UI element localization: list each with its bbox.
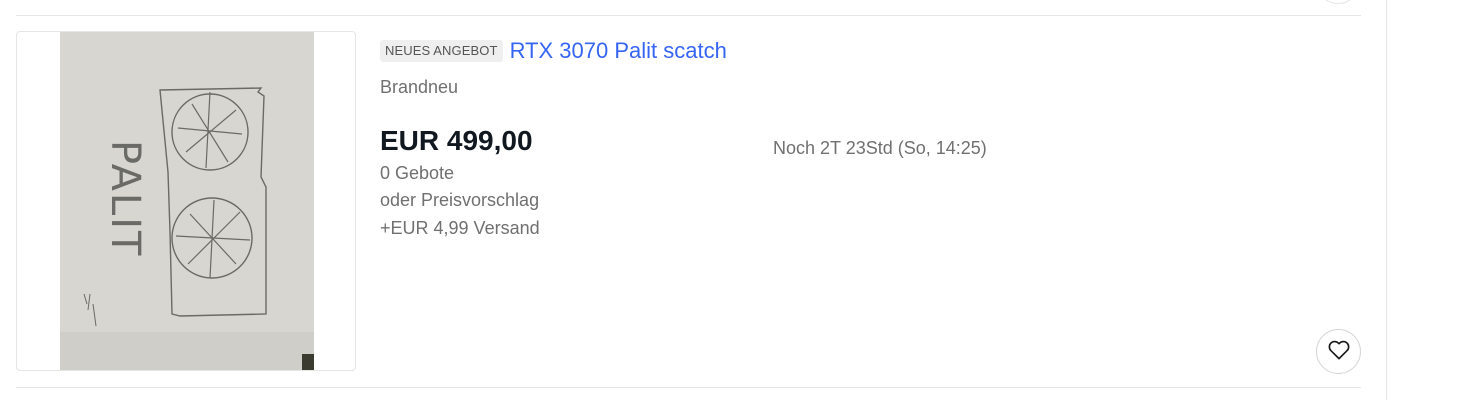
item-thumbnail-link[interactable]: PALIT xyxy=(16,31,356,371)
search-results-page: PALIT NEUES ANGEBOT RTX 3070 Palit scatc… xyxy=(0,0,1478,400)
bid-count: 0 Gebote xyxy=(380,163,455,183)
item-price: EUR 499,00 xyxy=(380,125,533,156)
heart-icon xyxy=(1328,340,1350,363)
item-separator-top xyxy=(16,15,1361,16)
item-condition: Brandneu xyxy=(380,77,459,97)
listing-title-row: NEUES ANGEBOT RTX 3070 Palit scatch xyxy=(380,38,1280,64)
item-separator-bottom xyxy=(16,387,1361,388)
shipping-cost: +EUR 4,99 Versand xyxy=(380,218,540,238)
watch-button[interactable] xyxy=(1316,329,1361,374)
item-thumbnail-image: PALIT xyxy=(60,32,314,370)
sidebar-divider xyxy=(1386,0,1387,400)
listing-title-link[interactable]: RTX 3070 Palit scatch xyxy=(510,38,727,64)
time-left: Noch 2T 23Std (So, 14:25) xyxy=(773,138,987,158)
best-offer-note: oder Preisvorschlag xyxy=(380,190,540,210)
previous-item-watch-button[interactable] xyxy=(1316,0,1360,4)
image-handwritten-text: PALIT xyxy=(102,140,148,257)
new-listing-badge: NEUES ANGEBOT xyxy=(380,40,503,62)
